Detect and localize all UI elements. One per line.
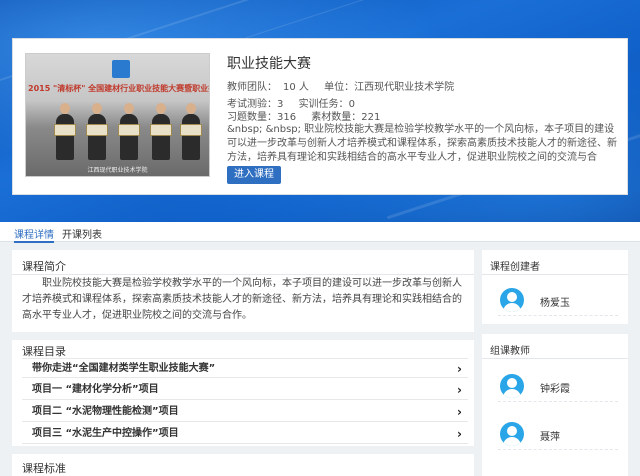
- course-title: 职业技能大赛: [227, 56, 311, 72]
- teacher-team-title: 组课教师: [490, 346, 530, 357]
- toc-item[interactable]: 项目三 “水泥生产中控操作”项目 ›: [22, 424, 468, 444]
- course-meta-quiz: 考试测验：3 实训任务：0: [227, 98, 617, 111]
- course-description: &nbsp; &nbsp; 职业院校技能大赛是检验学校教学水平的一个风向标，本子…: [227, 124, 617, 163]
- standard-section-title: 课程标准: [22, 462, 66, 475]
- cover-person: [86, 103, 108, 160]
- course-detail-panel: 课程简介 职业院校技能大赛是检验学校教学水平的一个风向标，本子项目的建设可以进一…: [12, 250, 474, 476]
- toc-item-label: 项目二 “水泥物理性能检测”项目: [32, 406, 179, 417]
- tab-course-details[interactable]: 课程详情: [14, 226, 54, 243]
- creator-name: 杨爱玉: [540, 298, 570, 309]
- unit-value: 江西现代职业技术学院: [354, 82, 455, 93]
- divider: [482, 274, 628, 275]
- material-label: 素材数量：: [311, 112, 362, 123]
- training-value: 0: [348, 99, 355, 110]
- toc-item[interactable]: 带你走进“全国建材类学生职业技能大赛” ›: [22, 358, 468, 378]
- toc-item[interactable]: 项目二 “水泥物理性能检测”项目 ›: [22, 402, 468, 422]
- exercise-value: 316: [277, 112, 297, 123]
- training-label: 实训任务：: [298, 99, 349, 110]
- cover-caption: 江西现代职业技术学院: [87, 167, 148, 174]
- toc-item[interactable]: 项目一 “建材化学分析”项目 ›: [22, 380, 468, 400]
- course-cover-image[interactable]: 2015 "清标杯" 全国建材行业职业技能大赛暨职业技能大赛 江西现代职业技术学…: [25, 53, 210, 177]
- section-gap: [12, 446, 474, 454]
- team-value: 10 人: [283, 82, 309, 93]
- toc-section-title: 课程目录: [22, 345, 66, 358]
- cover-person: [54, 103, 76, 160]
- creator-panel-title: 课程创建者: [490, 262, 540, 273]
- teacher-item[interactable]: 聂萍: [498, 422, 618, 450]
- teacher-name: 钟彩霞: [540, 384, 570, 395]
- user-avatar-icon: [500, 288, 524, 312]
- cover-logo: [112, 60, 130, 78]
- chevron-right-icon: ›: [457, 405, 462, 419]
- chevron-right-icon: ›: [457, 383, 462, 397]
- teacher-team-panel: 组课教师 钟彩霞 聂萍: [482, 334, 628, 476]
- divider: [482, 358, 628, 359]
- user-avatar-icon: [500, 374, 524, 398]
- toc-item-label: 项目一 “建材化学分析”项目: [32, 384, 159, 395]
- cover-person: [118, 103, 140, 160]
- cover-banner-text: 2015 "清标杯" 全国建材行业职业技能大赛暨职业技能大赛: [28, 84, 209, 93]
- quiz-value: 3: [277, 99, 284, 110]
- cover-person: [180, 103, 202, 160]
- tab-class-list[interactable]: 开课列表: [62, 226, 102, 241]
- teacher-name: 聂萍: [540, 432, 560, 443]
- divider: [12, 274, 474, 275]
- course-meta-team: 教师团队： 10 人 单位：江西现代职业技术学院: [227, 81, 617, 94]
- intro-section-title: 课程简介: [22, 260, 66, 273]
- course-tabs: 课程详情 开课列表: [0, 222, 640, 243]
- course-info: 职业技能大赛 教师团队： 10 人 单位：江西现代职业技术学院 考试测验：3 实训…: [227, 53, 617, 124]
- toc-item-label: 项目三 “水泥生产中控操作”项目: [32, 428, 179, 439]
- team-label: 教师团队：: [227, 82, 277, 93]
- chevron-right-icon: ›: [457, 362, 462, 376]
- material-value: 221: [361, 112, 381, 123]
- enter-course-button[interactable]: 进入课程: [227, 166, 281, 184]
- creator-panel: 课程创建者 杨爱玉: [482, 250, 628, 324]
- teacher-item[interactable]: 钟彩霞: [498, 374, 618, 402]
- creator-item[interactable]: 杨爱玉: [498, 288, 618, 316]
- toc-item-label: 带你走进“全国建材类学生职业技能大赛”: [32, 363, 216, 374]
- course-card: 2015 "清标杯" 全国建材行业职业技能大赛暨职业技能大赛 江西现代职业技术学…: [12, 38, 628, 195]
- quiz-label: 考试测验：: [227, 99, 277, 110]
- unit-label: 单位：: [324, 82, 355, 93]
- user-avatar-icon: [500, 422, 524, 446]
- intro-text: 职业院校技能大赛是检验学校教学水平的一个风向标，本子项目的建设可以进一步改革与创…: [22, 278, 462, 321]
- cover-person: [150, 103, 172, 160]
- section-gap: [12, 332, 474, 340]
- chevron-right-icon: ›: [457, 427, 462, 441]
- exercise-label: 习题数量：: [227, 112, 277, 123]
